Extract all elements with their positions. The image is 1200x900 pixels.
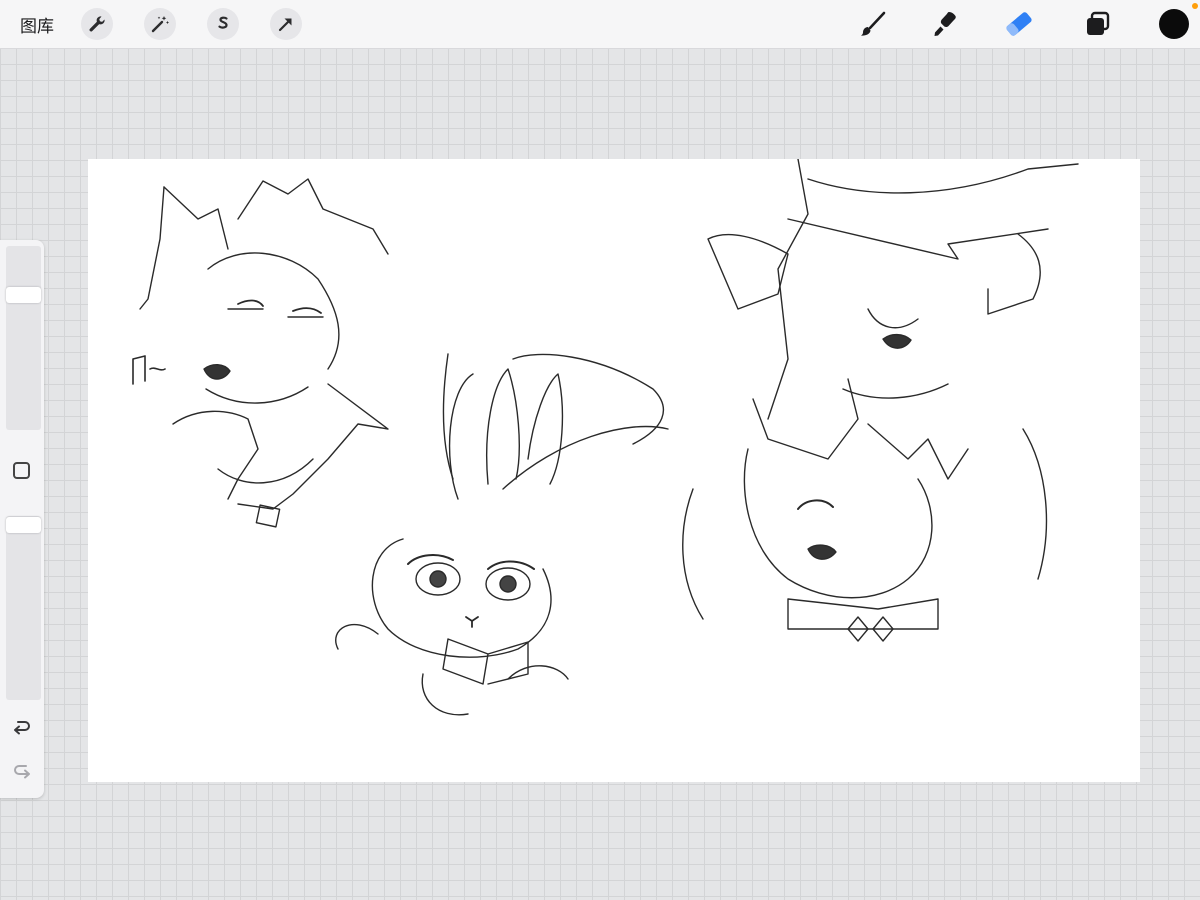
sketch-bunny — [335, 353, 669, 716]
adjustments-button[interactable] — [144, 8, 176, 40]
brush-size-handle[interactable] — [6, 287, 41, 303]
eraser-tool-button[interactable] — [1001, 6, 1037, 42]
redo-icon — [14, 765, 30, 779]
magic-wand-icon — [151, 16, 169, 33]
smudge-icon — [934, 12, 956, 36]
brush-tool-button[interactable] — [856, 6, 892, 42]
wrench-icon — [89, 16, 105, 32]
undo-icon — [14, 721, 30, 735]
gallery-button[interactable]: 图库 — [20, 12, 54, 37]
actions-button[interactable] — [81, 8, 113, 40]
layers-button[interactable] — [1080, 6, 1116, 42]
selection-icon — [218, 16, 228, 29]
notification-dot — [1192, 3, 1198, 9]
sketch-drawing — [132, 159, 1079, 716]
brush-icon — [861, 11, 886, 36]
opacity-handle[interactable] — [6, 517, 41, 533]
selection-button[interactable] — [207, 8, 239, 40]
modify-square-icon[interactable] — [13, 462, 30, 479]
transform-arrow-icon — [278, 18, 292, 32]
top-toolbar: 图库 — [0, 0, 1200, 49]
undo-button[interactable] — [10, 718, 34, 738]
opacity-slider[interactable] — [6, 516, 41, 700]
brush-size-slider[interactable] — [6, 246, 41, 430]
smudge-tool-button[interactable] — [928, 6, 964, 42]
redo-button[interactable] — [10, 762, 34, 782]
sketch-wolf-head — [132, 178, 389, 528]
sketch-pair — [682, 159, 1079, 642]
layers-icon — [1087, 11, 1110, 35]
eraser-icon — [1006, 12, 1032, 36]
drawing-canvas[interactable] — [88, 159, 1140, 782]
left-sidebar — [0, 240, 44, 798]
transform-button[interactable] — [270, 8, 302, 40]
color-picker-button[interactable] — [1159, 9, 1189, 39]
